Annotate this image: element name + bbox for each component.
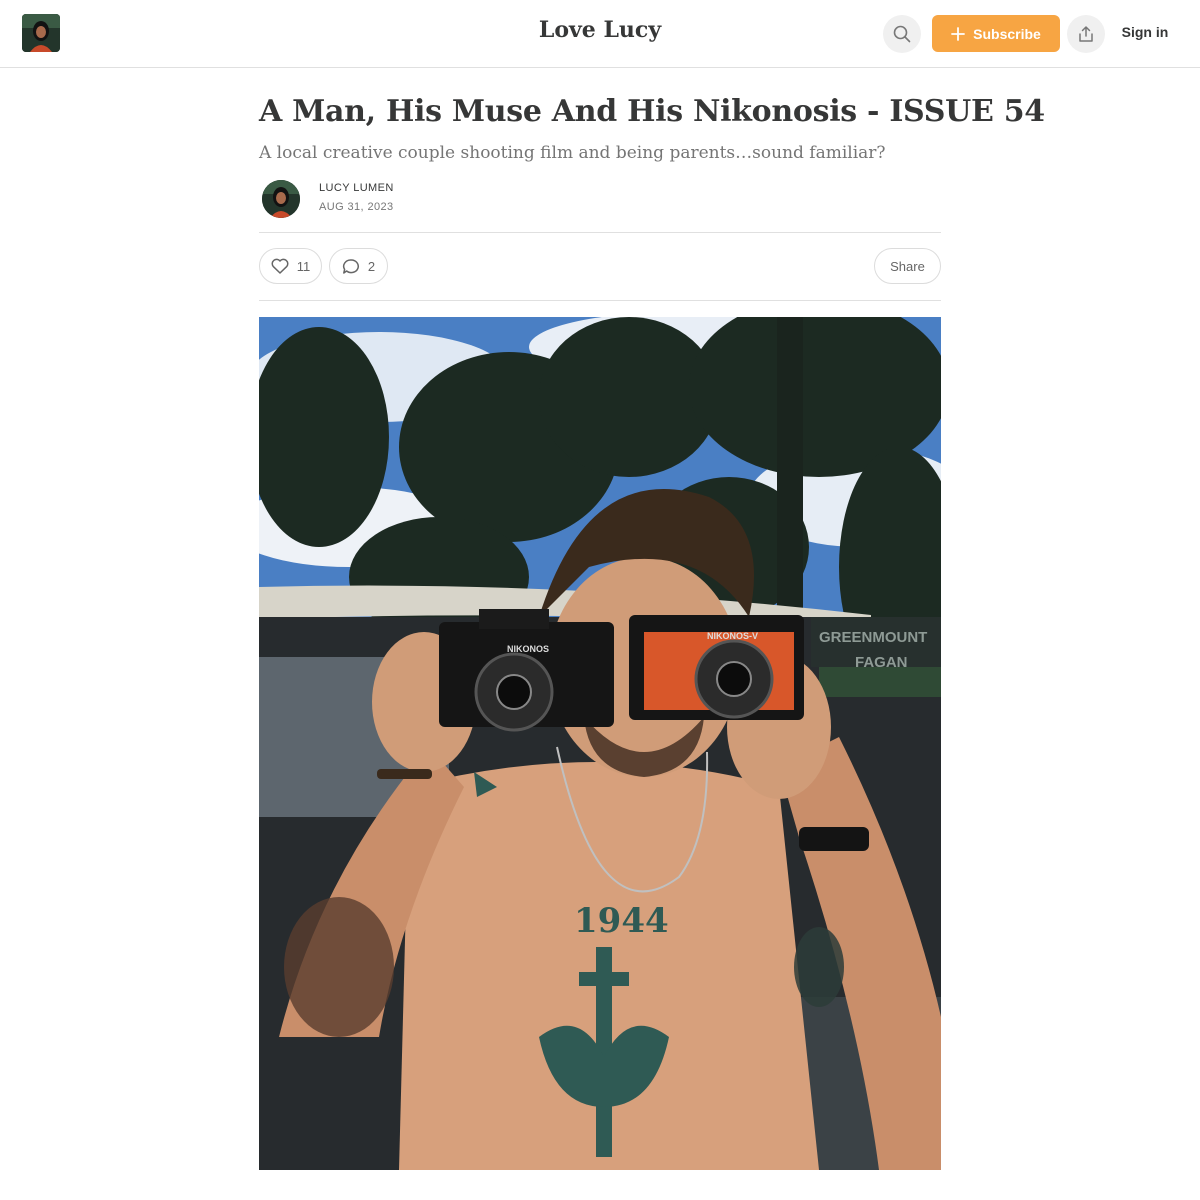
- sign-text-1: GREENMOUNT: [819, 629, 927, 646]
- like-button[interactable]: 11: [259, 248, 322, 284]
- camera-left-label: NIKONOS: [507, 644, 549, 654]
- chest-tattoo-text: 1944: [574, 901, 669, 941]
- divider: [259, 232, 941, 233]
- search-button[interactable]: [883, 15, 921, 53]
- top-bar: Love Lucy Subscribe Sign in: [0, 0, 1200, 68]
- like-count: 11: [296, 258, 311, 274]
- comment-button[interactable]: 2: [329, 248, 388, 284]
- post-date: AUG 31, 2023: [319, 201, 394, 213]
- share-button[interactable]: Share: [874, 248, 941, 284]
- comment-icon: [342, 258, 359, 274]
- subscribe-button[interactable]: Subscribe: [932, 15, 1060, 52]
- heart-icon: [271, 258, 289, 274]
- author-avatar[interactable]: [262, 180, 300, 218]
- search-icon: [893, 25, 911, 43]
- post-subtitle: A local creative couple shooting film an…: [259, 143, 886, 163]
- share-button-header[interactable]: [1067, 15, 1105, 53]
- post-title: A Man, His Muse And His Nikonosis - ISSU…: [259, 94, 1045, 129]
- sign-in-link[interactable]: Sign in: [1114, 24, 1176, 40]
- hero-photo: GREENMOUNT FAGAN NIKONOS NIKONOS-V 1944: [259, 317, 941, 1170]
- sign-text-2: FAGAN: [855, 654, 908, 671]
- subscribe-label: Subscribe: [973, 25, 1041, 42]
- publication-logo[interactable]: [22, 14, 60, 52]
- share-icon: [1079, 26, 1093, 42]
- author-name[interactable]: LUCY LUMEN: [319, 182, 394, 194]
- comment-count: 2: [367, 258, 376, 274]
- divider: [259, 300, 941, 301]
- camera-right-label: NIKONOS-V: [707, 631, 758, 641]
- plus-icon: [951, 26, 966, 41]
